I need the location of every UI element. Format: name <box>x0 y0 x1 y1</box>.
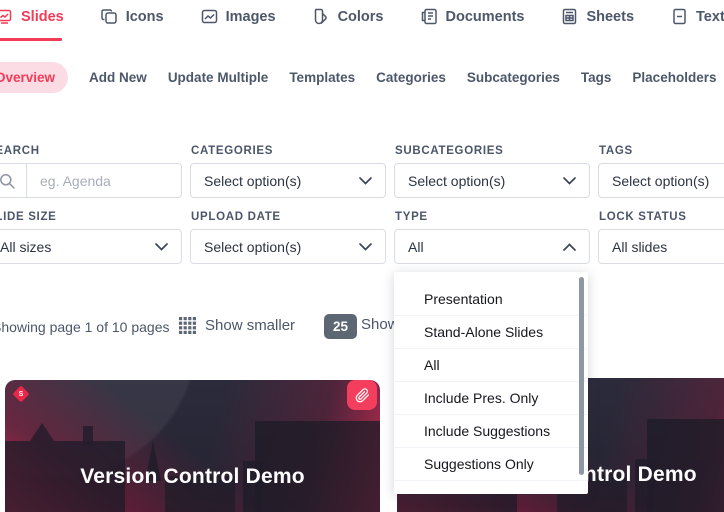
type-select[interactable]: All <box>394 229 590 264</box>
subcategories-value: Select option(s) <box>408 172 506 189</box>
chevron-up-icon <box>563 242 576 251</box>
slide-card[interactable]: S Version Control Demo <box>5 380 380 512</box>
show-more-label: Show <box>361 316 399 333</box>
upload-date-select[interactable]: Select option(s) <box>190 229 386 264</box>
tab-label: Sheets <box>586 8 635 25</box>
chevron-down-icon <box>563 176 576 185</box>
search-label: SEARCH <box>0 145 40 157</box>
lock-status-value: All slides <box>612 238 668 255</box>
tags-select[interactable]: Select option(s) <box>598 163 724 198</box>
search-input[interactable] <box>27 172 181 189</box>
subcategories-label: SUBCATEGORIES <box>395 145 504 157</box>
slide-size-value: All sizes <box>0 238 52 255</box>
chevron-down-icon <box>155 242 168 251</box>
slide-thumbnail-image <box>5 421 380 512</box>
type-label: TYPE <box>395 211 428 223</box>
chevron-down-icon <box>359 242 372 251</box>
lock-status-label: LOCK STATUS <box>599 211 687 223</box>
subnav-subcategories[interactable]: Subcategories <box>467 70 560 85</box>
show-smaller-button[interactable]: Show smaller <box>205 317 295 334</box>
grid-view-icon[interactable] <box>179 317 197 335</box>
type-option-all[interactable]: All <box>394 349 588 382</box>
tab-images[interactable]: Images <box>201 8 276 25</box>
search-icon <box>0 173 15 189</box>
page-status-text: Showing page 1 of 10 pages <box>0 319 170 335</box>
chevron-down-icon <box>359 176 372 185</box>
subnav-categories[interactable]: Categories <box>376 70 446 85</box>
type-dropdown-menu: Presentation Stand-Alone Slides All Incl… <box>394 272 588 494</box>
upload-date-value: Select option(s) <box>204 238 302 255</box>
text-snippet-icon <box>673 8 686 25</box>
subnav-templates[interactable]: Templates <box>289 70 355 85</box>
sub-navigation: Overview Add New Update Multiple Templat… <box>0 62 716 93</box>
subnav-add-new[interactable]: Add New <box>89 70 147 85</box>
type-option-presentation[interactable]: Presentation <box>394 283 588 316</box>
paperclip-icon <box>355 387 369 402</box>
type-option-suggestions-only[interactable]: Suggestions Only <box>394 448 588 481</box>
tab-label: Text Snippets <box>696 8 724 25</box>
tab-label: Colors <box>337 8 384 25</box>
lock-status-select[interactable]: All slides <box>598 229 724 264</box>
upload-date-label: UPLOAD DATE <box>191 211 281 223</box>
tags-label: TAGS <box>599 145 633 157</box>
top-navigation: Slides Icons Images Colors Documents She… <box>0 8 724 25</box>
brand-diamond-logo: S <box>12 385 30 403</box>
tab-documents[interactable]: Documents <box>421 8 525 25</box>
search-icon-box <box>0 164 27 197</box>
page-size-badge[interactable]: 25 <box>324 314 358 339</box>
slide-size-select[interactable]: All sizes <box>0 229 182 264</box>
categories-label: CATEGORIES <box>191 145 274 157</box>
tab-label: Images <box>225 8 276 25</box>
subnav-overview[interactable]: Overview <box>0 62 69 93</box>
attach-button[interactable] <box>347 380 377 410</box>
logo-letter: S <box>18 390 24 398</box>
dropdown-scrollbar[interactable] <box>579 277 584 475</box>
subnav-tags[interactable]: Tags <box>581 70 612 85</box>
tab-sheets[interactable]: Sheets <box>561 8 634 25</box>
categories-value: Select option(s) <box>204 172 302 189</box>
active-tab-underline <box>0 38 62 41</box>
tab-slides[interactable]: Slides <box>0 8 64 25</box>
type-option-stand-alone-slides[interactable]: Stand-Alone Slides <box>394 316 588 349</box>
subnav-placeholders[interactable]: Placeholders <box>632 70 716 85</box>
tab-text-snippets[interactable]: Text Snippets <box>671 8 724 25</box>
slides-icon <box>0 9 12 24</box>
slide-size-label: SLIDE SIZE <box>0 211 57 223</box>
categories-select[interactable]: Select option(s) <box>190 163 386 198</box>
slide-title: Version Control Demo <box>80 465 305 488</box>
image-icon <box>201 9 217 24</box>
tab-label: Slides <box>21 8 64 25</box>
document-icon <box>421 8 437 25</box>
subcategories-select[interactable]: Select option(s) <box>394 163 590 198</box>
tab-label: Documents <box>445 8 525 25</box>
copy-icon <box>100 9 117 24</box>
tab-icons[interactable]: Icons <box>100 8 164 25</box>
tab-colors[interactable]: Colors <box>313 8 384 25</box>
subnav-update-multiple[interactable]: Update Multiple <box>168 70 269 85</box>
tags-value: Select option(s) <box>612 172 710 189</box>
tab-label: Icons <box>125 8 164 25</box>
slide-library-page: Slides Icons Images Colors Documents She… <box>0 0 724 512</box>
type-option-include-suggestions[interactable]: Include Suggestions <box>394 415 588 448</box>
type-option-include-pres-only[interactable]: Include Pres. Only <box>394 382 588 415</box>
search-field[interactable] <box>0 163 182 198</box>
swatches-icon <box>314 8 327 25</box>
type-value: All <box>408 238 424 255</box>
spreadsheet-icon <box>563 8 577 25</box>
